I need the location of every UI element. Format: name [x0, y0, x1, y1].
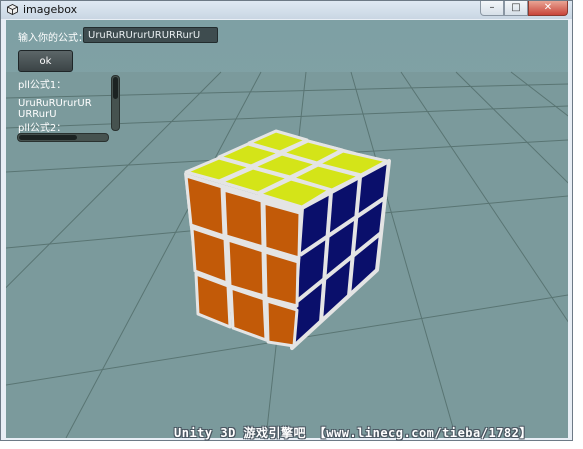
horizontal-scrollbar[interactable] [17, 133, 109, 142]
unity-icon [7, 4, 18, 15]
window-title: imagebox [23, 3, 78, 16]
close-icon[interactable]: ✕ [528, 1, 568, 16]
formula-input[interactable]: UruRuRUrurURURRurU [83, 27, 218, 43]
app-window: imagebox – □ ✕ 输入你的公式： UruRuRUrurURURRur… [0, 0, 573, 441]
minimize-icon[interactable]: – [480, 1, 504, 16]
watermark-text: Unity 3D 游戏引擎吧 【www.linecg.com/tieba/178… [174, 426, 532, 440]
formula-label: 输入你的公式： [18, 33, 88, 44]
vertical-scrollbar[interactable] [111, 75, 120, 131]
game-viewport[interactable]: 输入你的公式： UruRuRUrurURURRurU ok pll公式1： Ur… [6, 20, 568, 438]
title-bar[interactable]: imagebox – □ ✕ [1, 1, 572, 19]
scene-3d [6, 20, 568, 438]
pll1-label: pll公式1： [18, 80, 67, 91]
window-controls: – □ ✕ [480, 1, 568, 17]
pll2-label: pll公式2： [18, 123, 67, 134]
pll1-text-line1: UruRuRUrurUR [18, 98, 92, 109]
ok-button[interactable]: ok [18, 50, 73, 72]
vertical-scroll-thumb[interactable] [113, 77, 118, 99]
horizontal-scroll-thumb[interactable] [19, 135, 77, 140]
maximize-icon[interactable]: □ [504, 1, 528, 16]
